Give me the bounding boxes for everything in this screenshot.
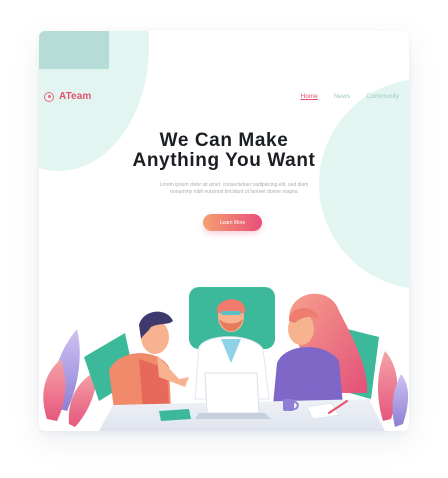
team-meeting-illustration xyxy=(43,287,409,431)
notebook xyxy=(159,409,191,421)
nav-item-home[interactable]: Home xyxy=(301,93,318,100)
person-center-glasses xyxy=(221,311,241,315)
laptop-screen xyxy=(204,372,260,414)
mug xyxy=(283,399,294,411)
background-blob-left-top xyxy=(39,31,109,69)
circle-logo-icon xyxy=(44,91,54,102)
leaf-left-pink xyxy=(43,359,66,421)
nav-item-community[interactable]: Community xyxy=(366,93,399,100)
top-navigation: ATeam Home News Community xyxy=(39,91,409,109)
nav-menu: Home News Community xyxy=(301,93,399,100)
hero-description-line-2: nonummy nibh euismod tincidunt ut laoree… xyxy=(170,189,298,195)
hero-title-line-2: Anything You Want xyxy=(132,150,316,171)
hero-description: Lorem ipsum dolor sit amet, consectetuer… xyxy=(134,182,334,196)
brand-name: ATeam xyxy=(59,91,92,102)
hero-description-line-1: Lorem ipsum dolor sit amet, consectetuer… xyxy=(159,182,309,188)
hero-title: We Can Make Anything You Want xyxy=(39,131,409,171)
landing-page-card: ATeam Home News Community We Can Make An… xyxy=(39,31,409,431)
learn-more-button[interactable]: Learn More xyxy=(203,214,262,231)
hero-title-line-1: We Can Make xyxy=(159,130,289,151)
nav-item-news[interactable]: News xyxy=(334,93,350,100)
brand-logo-link[interactable]: ATeam xyxy=(44,91,91,102)
person-right-body xyxy=(273,346,343,405)
person-right-arms xyxy=(277,381,321,393)
laptop-base xyxy=(195,413,271,419)
